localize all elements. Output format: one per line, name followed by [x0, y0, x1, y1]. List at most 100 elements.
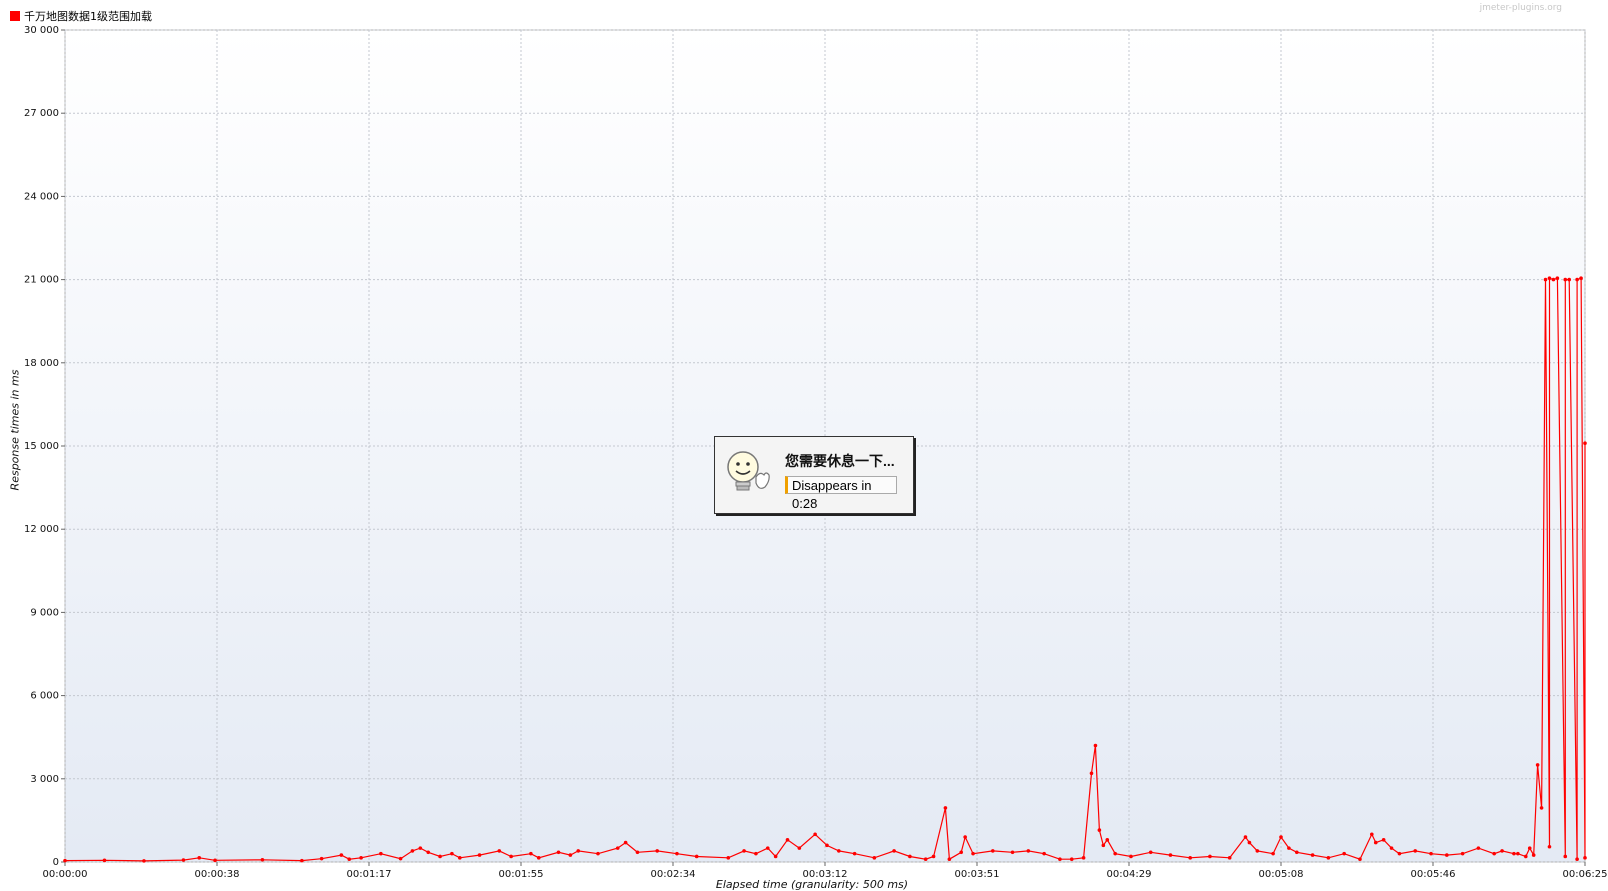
y-tick-label: 15 000: [24, 441, 59, 452]
x-tick-label: 00:05:08: [1259, 869, 1304, 880]
x-tick-label: 00:00:38: [195, 869, 240, 880]
data-point: [418, 846, 423, 850]
y-tick-label: 6 000: [30, 691, 59, 702]
data-point: [1208, 854, 1212, 859]
y-tick-label: 0: [53, 857, 59, 868]
rest-reminder-popup[interactable]: 您需要休息一下... Disappears in 0:28: [714, 436, 914, 514]
data-point: [477, 853, 482, 857]
data-point: [213, 858, 217, 863]
y-tick-label: 30 000: [24, 25, 59, 36]
data-point: [1310, 853, 1315, 857]
data-point: [773, 854, 778, 859]
data-point: [1531, 853, 1536, 857]
data-point: [872, 856, 877, 860]
data-point: [908, 854, 912, 859]
data-point: [260, 857, 265, 862]
data-point: [319, 856, 324, 861]
data-point: [963, 835, 967, 839]
data-point: [359, 856, 363, 860]
y-tick-label: 3 000: [30, 774, 59, 785]
data-point: [1413, 849, 1418, 853]
data-point: [1243, 835, 1248, 839]
data-point: [497, 849, 502, 853]
data-point: [438, 854, 442, 859]
data-point: [1389, 846, 1394, 850]
data-point: [1535, 763, 1540, 767]
data-point: [726, 856, 731, 860]
y-tick-label: 12 000: [24, 524, 59, 535]
y-tick-label: 27 000: [24, 108, 59, 119]
data-point: [458, 856, 462, 860]
data-point: [197, 856, 202, 860]
data-point: [1358, 857, 1362, 862]
data-point: [1543, 277, 1548, 282]
data-point: [1445, 853, 1449, 857]
data-point: [300, 858, 304, 863]
data-point: [1168, 853, 1173, 857]
data-point: [1287, 846, 1291, 850]
data-point: [1081, 856, 1086, 860]
data-point: [1547, 844, 1552, 849]
data-point: [813, 832, 817, 837]
data-point: [1547, 276, 1552, 281]
popup-title: 您需要休息一下...: [785, 453, 895, 469]
data-point: [1579, 276, 1583, 281]
data-point: [1026, 849, 1031, 853]
data-point: [990, 849, 995, 853]
data-point: [1294, 850, 1299, 855]
data-point: [1227, 856, 1232, 860]
data-point: [1397, 851, 1402, 856]
y-tick-label: 9 000: [30, 607, 59, 618]
y-tick-label: 18 000: [24, 358, 59, 369]
data-point: [1247, 840, 1252, 845]
y-tick-label: 24 000: [24, 191, 59, 202]
data-point: [1279, 835, 1283, 839]
data-point: [1555, 276, 1560, 281]
data-point: [1527, 846, 1532, 850]
data-point: [426, 850, 431, 855]
data-point: [971, 851, 975, 856]
x-tick-label: 00:03:51: [955, 869, 1000, 880]
data-point: [1101, 843, 1106, 848]
data-point: [1093, 743, 1098, 748]
data-point: [1575, 277, 1579, 282]
data-point: [1255, 849, 1260, 853]
data-point: [675, 851, 679, 856]
data-point: [1476, 846, 1481, 850]
data-point: [1148, 850, 1153, 855]
data-point: [615, 846, 620, 850]
data-point: [825, 843, 829, 848]
data-point: [1551, 277, 1556, 282]
data-point: [931, 854, 936, 859]
data-point: [509, 854, 513, 859]
data-point: [529, 851, 533, 856]
data-point: [142, 859, 146, 863]
data-point: [1523, 854, 1528, 859]
y-tick-label: 21 000: [24, 275, 59, 286]
data-point: [556, 850, 561, 855]
data-point: [181, 858, 186, 862]
data-point: [1069, 857, 1074, 862]
data-point: [1567, 277, 1572, 282]
data-point: [1188, 856, 1192, 860]
data-point: [1516, 851, 1520, 856]
y-axis-label: Response times in ms: [8, 369, 22, 491]
data-point: [1460, 851, 1465, 856]
x-tick-label: 00:02:34: [651, 869, 696, 880]
data-point: [1271, 851, 1275, 856]
data-point: [1342, 851, 1346, 856]
data-point: [785, 838, 790, 842]
data-point: [1381, 838, 1386, 842]
data-point: [450, 851, 454, 856]
data-point: [1058, 857, 1062, 862]
y-axis-ticks: 0 3 000 6 000 9 000 12 000 15 000 18 000 21 000…: [24, 25, 65, 868]
data-point: [63, 858, 67, 863]
data-point: [837, 849, 841, 853]
x-tick-label: 00:05:46: [1411, 869, 1456, 880]
data-point: [754, 851, 758, 856]
data-point: [1370, 832, 1374, 837]
data-point: [923, 857, 928, 862]
x-tick-label: 00:04:29: [1107, 869, 1152, 880]
data-point: [1563, 277, 1568, 282]
data-point: [694, 854, 699, 859]
